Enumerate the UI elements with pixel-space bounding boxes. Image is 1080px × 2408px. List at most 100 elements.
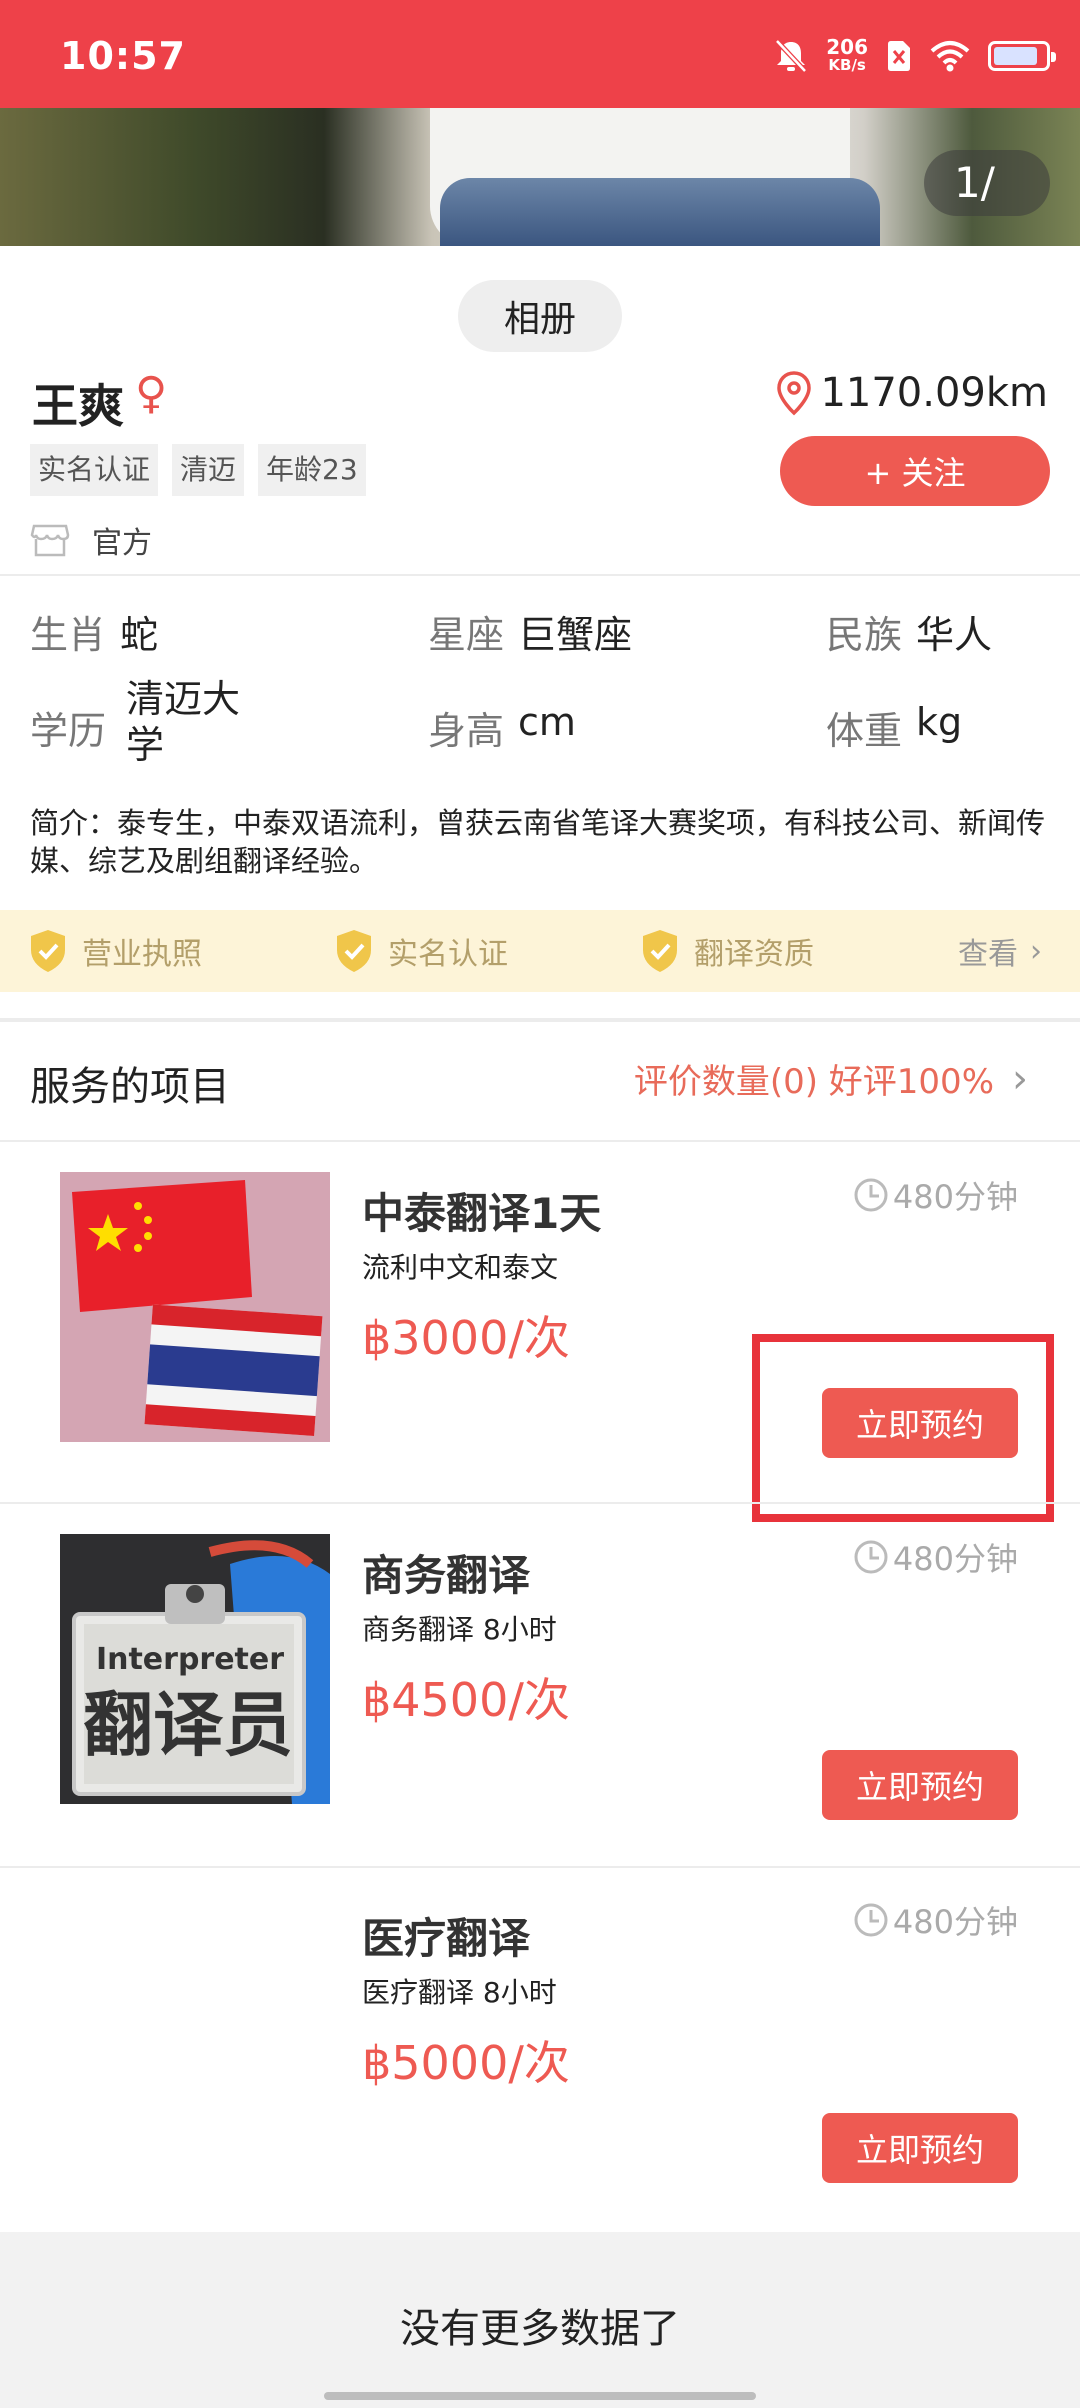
- list-footer: 没有更多数据了: [0, 2232, 1080, 2408]
- service-item[interactable]: 医疗翻译 医疗翻译 8小时 ฿5000/次 480分钟 立即预约: [0, 1897, 1080, 2257]
- battery-icon: [988, 41, 1056, 71]
- no-more-data-text: 没有更多数据了: [400, 2306, 680, 2352]
- height-value: cm: [518, 700, 576, 744]
- badge-illustration: Interpreter 翻译员: [60, 1534, 330, 1804]
- rating-text: 评价数量(0) 好评100%: [633, 1062, 994, 1102]
- highlight-annotation-box: [752, 1334, 1054, 1522]
- cert-label: 实名认证: [388, 937, 508, 972]
- certification-bar[interactable]: 营业执照 实名认证 翻译资质 查看 ›: [0, 910, 1080, 992]
- profile-tags: 实名认证 清迈 年龄23: [30, 444, 366, 496]
- album-button[interactable]: 相册: [458, 280, 622, 352]
- divider: [0, 1502, 1080, 1504]
- service-title: 医疗翻译: [362, 1914, 531, 1963]
- badge-chinese-text: 翻译员: [83, 1684, 293, 1766]
- intro-prefix: 简介：: [30, 806, 118, 840]
- service-item[interactable]: Interpreter 翻译员 商务翻译 商务翻译 8小时 ฿4500/次 48…: [0, 1534, 1080, 1894]
- clock-icon: [854, 1178, 888, 1212]
- cert-real-name: 实名认证: [334, 910, 508, 992]
- duration-value: 480分钟: [892, 1903, 1018, 1941]
- book-button[interactable]: 立即预约: [822, 1750, 1018, 1820]
- zodiac-value: 蛇: [120, 613, 159, 657]
- official-label: 官方: [92, 526, 152, 561]
- photo-counter: 1/: [924, 150, 1050, 216]
- service-price: ฿3000/次: [362, 1311, 570, 1365]
- intro-body: 泰专生，中泰双语流利，曾获云南省笔译大赛奖项，有科技公司、新闻传媒、综艺及剧组翻…: [30, 806, 1046, 878]
- service-duration: 480分钟: [853, 1172, 1018, 1218]
- status-icons: 206 KB/s: [774, 35, 1056, 76]
- service-subtitle: 流利中文和泰文: [362, 1251, 559, 1284]
- divider: [0, 1866, 1080, 1868]
- info-weight: 体重 kg: [826, 700, 962, 755]
- home-indicator[interactable]: [324, 2392, 756, 2400]
- zodiac-label: 生肖: [30, 613, 107, 657]
- battery-level: [994, 47, 1037, 65]
- shield-check-icon: [337, 930, 371, 972]
- official-badge: 官方: [30, 518, 152, 562]
- info-height: 身高 cm: [428, 700, 576, 755]
- wifi-icon: [930, 41, 970, 72]
- badge-english-text: Interpreter: [96, 1642, 284, 1677]
- network-speed-unit: KB/s: [828, 56, 866, 74]
- distance-value: 1170.09km: [820, 370, 1048, 416]
- sim-off-icon: [888, 41, 910, 71]
- store-icon: [30, 524, 70, 557]
- profile-name: 王爽: [32, 379, 124, 433]
- education-value-line1: 清迈大: [126, 677, 241, 721]
- chevron-right-icon: ›: [1030, 933, 1042, 969]
- service-duration: 480分钟: [853, 1534, 1018, 1580]
- info-ethnicity: 民族 华人: [826, 604, 992, 659]
- services-title: 服务的项目: [30, 1064, 230, 1110]
- height-label: 身高: [428, 709, 505, 753]
- clock-icon: [854, 1540, 888, 1574]
- ethnicity-label: 民族: [826, 613, 903, 657]
- mute-bell-icon: [775, 39, 808, 73]
- cert-label: 营业执照: [82, 937, 202, 972]
- cert-business-license: 营业执照: [28, 910, 202, 992]
- service-title: 中泰翻译1天: [362, 1189, 602, 1238]
- cert-view-link[interactable]: 查看 ›: [958, 910, 1042, 992]
- network-speed-value: 206: [826, 35, 868, 59]
- follow-button[interactable]: + 关注: [780, 436, 1050, 506]
- shield-check-icon: [643, 930, 677, 972]
- service-price: ฿5000/次: [362, 2036, 570, 2090]
- service-subtitle: 商务翻译 8小时: [362, 1613, 557, 1646]
- intro-text: 简介：泰专生，中泰双语流利，曾获云南省笔译大赛奖项，有科技公司、新闻传媒、综艺及…: [30, 804, 1060, 880]
- divider: [0, 1140, 1080, 1142]
- network-speed: 206 KB/s: [826, 35, 868, 74]
- status-bar: 10:57 206 KB/s: [0, 0, 1080, 108]
- duration-value: 480分钟: [892, 1540, 1018, 1578]
- shield-check-icon: [31, 930, 65, 972]
- constellation-label: 星座: [428, 613, 505, 657]
- status-time: 10:57: [60, 34, 186, 78]
- profile-photo[interactable]: [0, 108, 1080, 246]
- distance: 1170.09km: [774, 370, 1048, 416]
- interpreter-badge-image: Interpreter 翻译员: [60, 1534, 330, 1804]
- chevron-right-icon: ›: [1012, 1055, 1028, 1102]
- rating-link[interactable]: 评价数量(0) 好评100% ›: [634, 1054, 1028, 1103]
- cert-translation: 翻译资质: [640, 910, 814, 992]
- info-zodiac: 生肖 蛇: [30, 604, 158, 659]
- book-button[interactable]: 立即预约: [822, 2113, 1018, 2183]
- photo-jeans: [440, 178, 880, 246]
- flags-illustration: [72, 1180, 323, 1437]
- service-title: 商务翻译: [362, 1551, 531, 1600]
- clock-icon: [854, 1903, 888, 1937]
- view-label: 查看: [958, 937, 1018, 972]
- divider: [0, 574, 1080, 576]
- education-value-line2: 学: [126, 723, 165, 767]
- info-constellation: 星座 巨蟹座: [428, 604, 632, 659]
- gender-female-icon: ♀: [135, 368, 168, 419]
- weight-value: kg: [916, 700, 963, 744]
- service-duration: 480分钟: [853, 1897, 1018, 1943]
- education-label: 学历: [30, 709, 107, 753]
- service-price: ฿4500/次: [362, 1673, 570, 1727]
- tag-city: 清迈: [172, 444, 245, 496]
- service-image-placeholder: [60, 1897, 330, 2167]
- china-thailand-flags-image: [60, 1172, 330, 1442]
- tag-age: 年龄23: [258, 444, 366, 496]
- duration-value: 480分钟: [892, 1178, 1018, 1216]
- tag-verified: 实名认证: [30, 444, 159, 496]
- ethnicity-value: 华人: [916, 613, 993, 657]
- info-education: 学历: [30, 700, 120, 755]
- constellation-value: 巨蟹座: [518, 613, 633, 657]
